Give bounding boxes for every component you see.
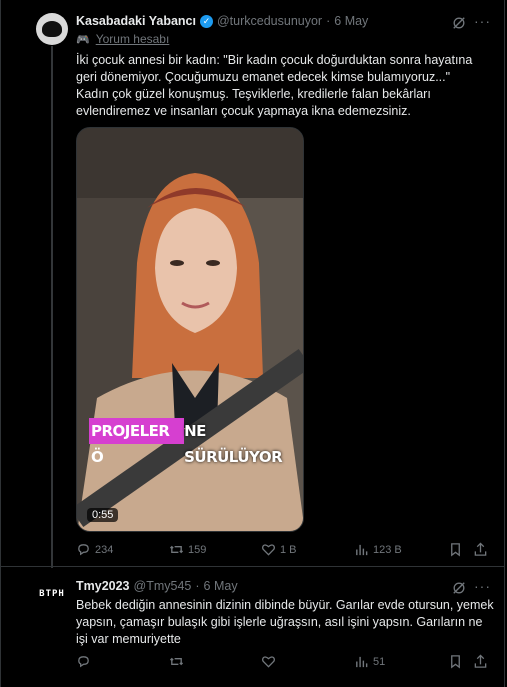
repost-count: 159 [188,543,207,556]
author-name[interactable]: Tmy2023 [76,579,130,593]
share-button[interactable] [473,542,488,557]
tweet-date[interactable]: 6 May [204,579,238,593]
views-icon [356,656,368,668]
author-handle[interactable]: @turkcedusunuyor [217,14,322,28]
verified-badge-icon: ✓ [199,14,213,28]
video-duration: 0:55 [87,508,119,522]
video-player[interactable]: PROJELER Ö NE SÜRÜLÜYOR 0:55 [76,127,304,532]
reply-button[interactable] [76,654,91,669]
tweet-text: Bebek dediğin annesinin dizinin dibinde … [76,598,494,646]
video-caption: PROJELER Ö NE SÜRÜLÜYOR [89,418,303,466]
share-button[interactable] [473,654,488,669]
author-handle[interactable]: @Tmy545 [134,579,192,593]
views-button[interactable]: 51 [354,654,385,669]
avatar[interactable] [36,13,68,45]
heart-icon [261,656,276,668]
tweet-actions: 51 [76,654,491,672]
repost-icon [169,657,184,666]
tweet-header: Kasabadaki Yabancı ✓ @turkcedusunuyor · … [76,14,369,28]
thread-connector [51,46,53,568]
reply-icon [78,544,89,556]
tweet-text-line: Kadın çok güzel konuşmuş. Teşviklerle, k… [76,87,431,118]
share-icon [474,654,487,668]
video-frame [77,128,303,531]
bookmark-button[interactable] [448,654,463,669]
repost-icon [169,545,184,554]
grok-icon[interactable] [452,16,466,30]
repost-button[interactable] [169,654,184,669]
tweet-header: Tmy2023 @Tmy545 · 6 May [76,579,238,593]
repost-button[interactable]: 159 [169,542,206,557]
like-button[interactable] [261,654,276,669]
views-button[interactable]: 123 B [354,542,402,557]
views-icon [356,544,368,556]
heart-icon [261,544,276,556]
reply-button[interactable]: 234 [76,542,113,557]
more-options-icon[interactable]: ··· [474,578,491,594]
reply-icon [78,656,89,668]
like-button[interactable]: 1 B [261,542,297,557]
tweet-date[interactable]: 6 May [334,14,368,28]
reply-count: 234 [95,543,114,556]
tweet-actions: 234 159 1 B 123 B [76,542,491,560]
author-name[interactable]: Kasabadaki Yabancı [76,14,196,28]
account-tag: 🎮 Yorum hesabı [76,32,169,46]
tweet-text: İki çocuk annesi bir kadın: "Bir kadın ç… [76,52,496,120]
bookmark-button[interactable] [448,542,463,557]
grok-icon[interactable] [452,581,466,595]
share-icon [474,542,487,556]
more-options-icon[interactable]: ··· [474,13,491,29]
view-count: 123 B [373,543,402,556]
view-count: 51 [373,655,386,668]
tweet-divider [0,566,505,567]
bookmark-icon [451,543,460,557]
avatar[interactable]: ΒΤΡΗ [36,578,68,610]
tweet-text-line: İki çocuk annesi bir kadın: "Bir kadın ç… [76,53,473,84]
game-controller-icon: 🎮 [76,33,90,46]
bookmark-icon [451,655,460,669]
like-count: 1 B [280,543,297,556]
account-tag-link[interactable]: Yorum hesabı [96,32,170,46]
